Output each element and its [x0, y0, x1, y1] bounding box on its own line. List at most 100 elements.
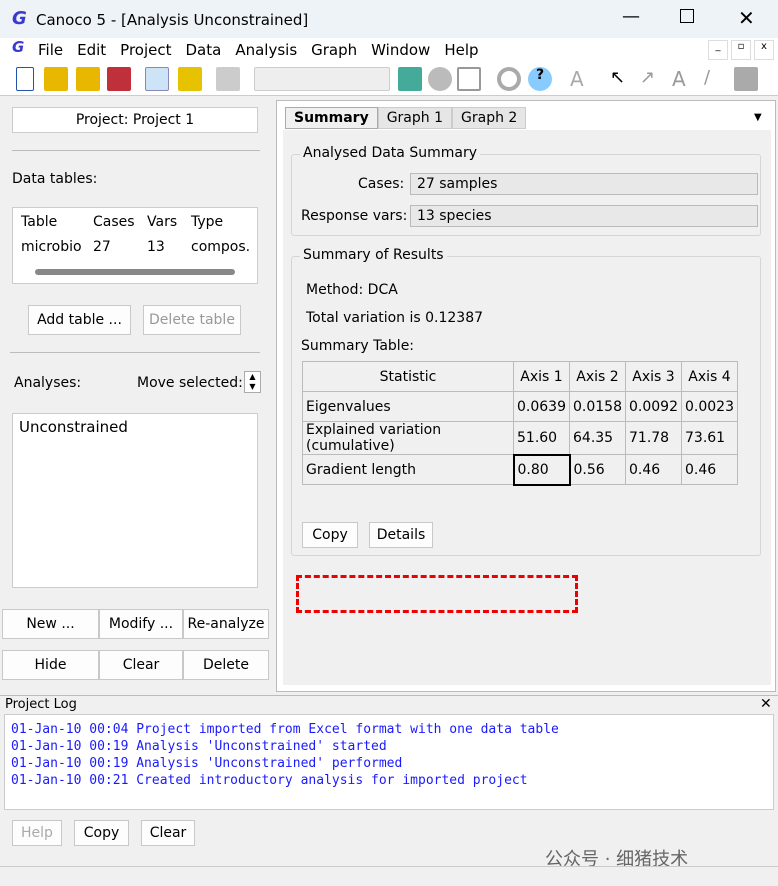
table-cell[interactable]: compos.: [191, 239, 250, 255]
log-copy-button[interactable]: Copy: [74, 820, 129, 846]
ruler-icon[interactable]: [734, 67, 758, 91]
help-ring-icon[interactable]: [497, 67, 521, 91]
table-cell[interactable]: 27: [93, 239, 111, 255]
group-title: Summary of Results: [300, 247, 447, 263]
print-icon[interactable]: [216, 67, 240, 91]
table-cell[interactable]: 0.0023: [681, 391, 738, 422]
column-header[interactable]: Vars: [147, 214, 177, 230]
help-button[interactable]: Help: [12, 820, 62, 846]
menu-analysis[interactable]: Analysis: [235, 41, 297, 59]
layout-icon[interactable]: [457, 67, 481, 91]
data-tables-label: Data tables:: [12, 171, 98, 187]
close-log-icon[interactable]: ✕: [760, 696, 772, 712]
table-cell[interactable]: Eigenvalues: [302, 391, 514, 422]
table-cell[interactable]: microbio: [21, 239, 82, 255]
table-header-row: Statistic Axis 1 Axis 2 Axis 3 Axis 4: [302, 361, 738, 392]
table-cell[interactable]: 64.35: [569, 421, 626, 455]
clear-button[interactable]: Clear: [99, 650, 183, 680]
save-icon[interactable]: [107, 67, 131, 91]
table-cell[interactable]: 13: [147, 239, 165, 255]
analyses-list[interactable]: Unconstrained: [12, 413, 258, 588]
log-line: 01-Jan-10 00:04 Project imported from Ex…: [11, 722, 559, 737]
log-text[interactable]: 01-Jan-10 00:04 Project imported from Ex…: [4, 714, 774, 810]
pointer-icon[interactable]: ↖: [610, 67, 634, 91]
column-header[interactable]: Type: [191, 214, 223, 230]
column-header[interactable]: Cases: [93, 214, 135, 230]
toolbar: ? A ↖ ↗ A /: [0, 62, 778, 96]
create-graph-icon[interactable]: [398, 67, 422, 91]
menu-graph[interactable]: Graph: [311, 41, 357, 59]
help-icon[interactable]: ?: [528, 67, 552, 91]
status-bar: [0, 866, 778, 886]
minimize-button[interactable]: —: [622, 6, 640, 27]
table-cell[interactable]: 0.56: [569, 454, 626, 485]
menu-window[interactable]: Window: [371, 41, 430, 59]
details-button[interactable]: Details: [369, 522, 433, 548]
table-row: Explained variation (cumulative) 51.60 64.…: [302, 421, 738, 455]
mdi-restore-button[interactable]: ▫: [731, 40, 751, 60]
table-cell[interactable]: 73.61: [681, 421, 738, 455]
table-cell[interactable]: 0.46: [681, 454, 738, 485]
delete-button[interactable]: Delete: [183, 650, 269, 680]
tab-graph-1[interactable]: Graph 1: [377, 107, 453, 129]
table-cell[interactable]: 0.0092: [625, 391, 682, 422]
menu-file[interactable]: File: [38, 41, 63, 59]
table-cell[interactable]: 0.46: [625, 454, 682, 485]
tab-menu-chevron-icon[interactable]: ▼: [754, 112, 762, 123]
column-header: Axis 1: [513, 361, 570, 392]
project-button[interactable]: Project: Project 1: [12, 107, 258, 133]
add-arrow-icon[interactable]: ↗: [640, 67, 664, 91]
column-header[interactable]: Table: [21, 214, 57, 230]
refresh-icon[interactable]: [428, 67, 452, 91]
hide-button[interactable]: Hide: [2, 650, 99, 680]
column-header: Axis 2: [569, 361, 626, 392]
response-vars-label: Response vars:: [301, 208, 408, 224]
move-selected-label: Move selected:: [137, 375, 243, 391]
table-cell[interactable]: 51.60: [513, 421, 570, 455]
log-title: Project Log: [5, 697, 77, 712]
reanalyze-button[interactable]: Re-analyze: [183, 609, 269, 639]
add-text-icon[interactable]: A: [672, 67, 696, 91]
menu-edit[interactable]: Edit: [77, 41, 106, 59]
menu-project[interactable]: Project: [120, 41, 171, 59]
modify-button[interactable]: Modify ...: [99, 609, 183, 639]
log-line: 01-Jan-10 00:19 Analysis 'Unconstrained'…: [11, 739, 387, 754]
selected-cell[interactable]: 0.80: [512, 453, 571, 486]
log-clear-button[interactable]: Clear: [141, 820, 195, 846]
graph-wizard-icon[interactable]: [178, 67, 202, 91]
window-title: Canoco 5 - [Analysis Unconstrained]: [36, 11, 309, 29]
add-table-button[interactable]: Add table ...: [28, 305, 131, 335]
mdi-close-button[interactable]: x: [754, 40, 774, 60]
delete-table-button[interactable]: Delete table: [143, 305, 241, 335]
menu-data[interactable]: Data: [186, 41, 222, 59]
table-cell[interactable]: Explained variation (cumulative): [302, 421, 514, 455]
mdi-minimize-button[interactable]: _: [708, 40, 728, 60]
add-line-icon[interactable]: /: [704, 67, 728, 91]
new-analysis-button[interactable]: New ...: [2, 609, 99, 639]
horizontal-scrollbar[interactable]: [35, 269, 235, 275]
analyses-label: Analyses:: [14, 375, 82, 391]
summary-panel: Analysed Data Summary Cases: 27 samples …: [283, 130, 771, 685]
graph-select-dropdown[interactable]: [254, 67, 390, 91]
copy-button[interactable]: Copy: [302, 522, 358, 548]
divider: [10, 352, 260, 353]
move-spinner[interactable]: ▲ ▼: [244, 371, 261, 393]
table-cell[interactable]: 0.0158: [569, 391, 626, 422]
data-tables-list[interactable]: Table Cases Vars Type microbio 27 13 com…: [12, 207, 258, 284]
table-cell[interactable]: 71.78: [625, 421, 682, 455]
table-cell[interactable]: Gradient length: [302, 454, 514, 485]
log-line: 01-Jan-10 00:19 Analysis 'Unconstrained'…: [11, 756, 403, 771]
table-row: Gradient length 0.80 0.56 0.46 0.46: [302, 453, 738, 486]
list-item[interactable]: Unconstrained: [19, 418, 128, 436]
new-file-icon[interactable]: [16, 67, 34, 91]
tab-graph-2[interactable]: Graph 2: [452, 107, 527, 129]
tab-summary[interactable]: Summary: [285, 107, 378, 129]
open-folder-icon[interactable]: [44, 67, 68, 91]
open-recent-icon[interactable]: [76, 67, 100, 91]
close-button[interactable]: ✕: [738, 6, 755, 30]
menu-help[interactable]: Help: [444, 41, 478, 59]
maximize-button[interactable]: [680, 9, 694, 23]
text-style-icon[interactable]: A: [570, 67, 594, 91]
table-cell[interactable]: 0.0639: [513, 391, 570, 422]
wizard-icon[interactable]: [145, 67, 169, 91]
